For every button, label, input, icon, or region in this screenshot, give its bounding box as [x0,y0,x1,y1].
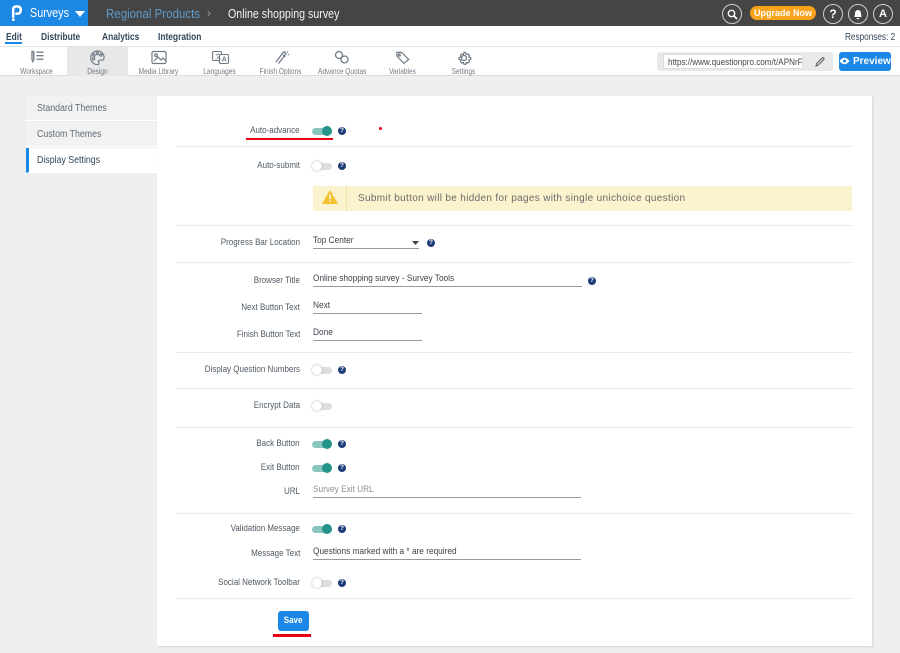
svg-text:A: A [221,57,226,64]
